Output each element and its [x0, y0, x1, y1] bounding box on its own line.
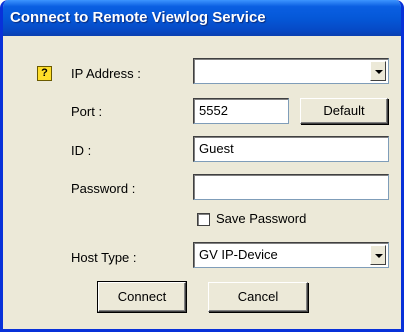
id-label: ID :: [71, 143, 92, 158]
question-mark-icon[interactable]: ?: [37, 66, 52, 81]
port-label: Port :: [71, 104, 103, 119]
chevron-down-icon[interactable]: [370, 245, 386, 265]
id-value: Guest: [199, 141, 234, 156]
ip-address-combobox[interactable]: [193, 58, 389, 84]
port-input[interactable]: 5552: [193, 98, 289, 124]
connect-dialog: Connect to Remote Viewlog Service ? IP A…: [0, 0, 404, 332]
host-type-label: Host Type :: [71, 250, 137, 265]
save-password-checkbox[interactable]: [197, 213, 210, 226]
port-value: 5552: [199, 103, 228, 118]
host-type-value: GV IP-Device: [199, 247, 278, 262]
save-password-label[interactable]: Save Password: [216, 211, 306, 226]
host-type-combobox[interactable]: GV IP-Device: [193, 242, 389, 268]
ip-address-label: IP Address :: [71, 66, 141, 81]
window-title: Connect to Remote Viewlog Service: [10, 9, 266, 26]
id-input[interactable]: Guest: [193, 136, 389, 162]
password-label: Password :: [71, 181, 136, 196]
title-bar[interactable]: Connect to Remote Viewlog Service: [3, 0, 401, 36]
password-input[interactable]: [193, 174, 389, 200]
default-button[interactable]: Default: [300, 98, 388, 124]
connect-button[interactable]: Connect: [97, 281, 187, 313]
chevron-down-icon[interactable]: [370, 61, 386, 81]
cancel-button[interactable]: Cancel: [208, 282, 308, 312]
